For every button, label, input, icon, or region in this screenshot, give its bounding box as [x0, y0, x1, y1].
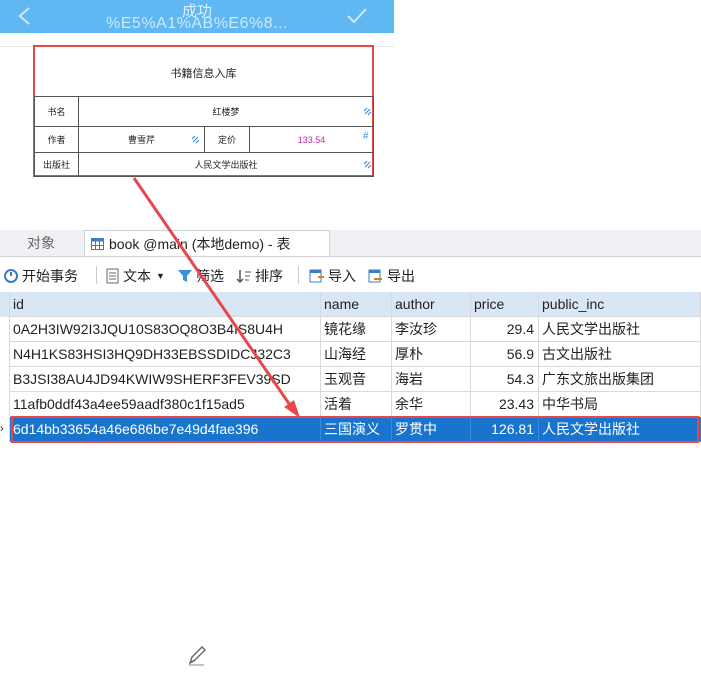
row-gutter — [0, 317, 10, 342]
cell-author[interactable]: 厚朴 — [392, 342, 471, 367]
tab-label: book @main (本地demo) - 表 — [109, 235, 291, 252]
toolbar: 开始事务 文本 ▼ 筛选 排序 导入 导出 — [0, 257, 701, 291]
selected-row-marker: › — [0, 417, 10, 442]
table-row[interactable]: 0A2H3IW92I3JQU10S83OQ8O3B4IS8U4H 镜花缘 李汝珍… — [0, 317, 701, 342]
author-field[interactable]: 曹雪芹 — [78, 126, 205, 153]
cell-public-inc[interactable]: 广东文旅出版集团 — [539, 367, 701, 392]
cell-name[interactable]: 镜花缘 — [321, 317, 392, 342]
cell-name[interactable]: 山海经 — [321, 342, 392, 367]
begin-transaction-label: 开始事务 — [22, 268, 78, 284]
tab-bar: 对象 book @main (本地demo) - 表 — [0, 230, 701, 257]
table-header: id name author price public_inc — [0, 292, 701, 317]
publisher-field[interactable]: 人民文学出版社 — [78, 152, 374, 177]
cell-name[interactable]: 活着 — [321, 392, 392, 417]
cell-name[interactable]: 玉观音 — [321, 367, 392, 392]
row-gutter — [0, 367, 10, 392]
cell-price[interactable]: 56.9 — [471, 342, 539, 367]
price-field[interactable]: 133.54 — [249, 126, 374, 153]
text-view-label: 文本 — [123, 268, 151, 284]
table-icon — [91, 237, 104, 250]
filter-icon — [178, 270, 192, 282]
cell-public-inc[interactable]: 中华书局 — [539, 392, 701, 417]
link-icon[interactable] — [363, 107, 372, 116]
sort-button[interactable]: 排序 — [236, 266, 283, 286]
author-label: 作者 — [34, 126, 79, 153]
table-row[interactable]: N4H1KS83HSI3HQ9DH33EBSSDIDCJ32C3 山海经 厚朴 … — [0, 342, 701, 367]
transaction-icon — [4, 269, 18, 283]
name-label: 书名 — [34, 96, 79, 127]
row-gutter — [0, 292, 10, 317]
cell-public-inc[interactable]: 人民文学出版社 — [539, 317, 701, 342]
export-label: 导出 — [387, 268, 415, 284]
text-view-button[interactable]: 文本 ▼ — [106, 266, 165, 286]
sort-icon — [236, 270, 251, 284]
cell-name[interactable]: 三国演义 — [321, 417, 392, 442]
table-row[interactable]: B3JSI38AU4JD94KWIW9SHERF3FEV39SD 玉观音 海岩 … — [0, 367, 701, 392]
table-row-selected[interactable]: › 6d14bb33654a46e686be7e49d4fae396 三国演义 … — [0, 417, 701, 442]
cell-public-inc[interactable]: 古文出版社 — [539, 342, 701, 367]
column-header-author[interactable]: author — [392, 292, 471, 317]
link-icon[interactable] — [191, 135, 200, 144]
import-icon — [309, 269, 324, 283]
column-header-price[interactable]: price — [471, 292, 539, 317]
tab-book-table[interactable]: book @main (本地demo) - 表 — [84, 230, 330, 256]
toolbar-separator — [298, 266, 299, 284]
book-form: 书籍信息入库 书名 红楼梦 作者 曹雪芹 定价 133.54 # 出版社 人民文… — [33, 45, 374, 177]
publisher-label: 出版社 — [34, 152, 79, 177]
export-icon — [368, 269, 382, 283]
cell-public-inc[interactable]: 人民文学出版社 — [539, 417, 701, 442]
column-header-name[interactable]: name — [321, 292, 392, 317]
filter-button[interactable]: 筛选 — [177, 266, 224, 286]
sort-label: 排序 — [255, 268, 283, 284]
form-title: 书籍信息入库 — [170, 68, 237, 80]
begin-transaction-button[interactable]: 开始事务 — [3, 266, 78, 286]
cell-author[interactable]: 李汝珍 — [392, 317, 471, 342]
cell-id[interactable]: 6d14bb33654a46e686be7e49d4fae396 — [10, 417, 321, 442]
link-icon[interactable] — [363, 160, 372, 169]
dropdown-icon: ▼ — [156, 271, 165, 281]
cell-price[interactable]: 126.81 — [471, 417, 539, 442]
name-field[interactable]: 红楼梦 — [78, 96, 374, 127]
row-gutter — [0, 392, 10, 417]
check-icon[interactable] — [346, 6, 368, 26]
row-gutter — [0, 342, 10, 367]
cell-id[interactable]: B3JSI38AU4JD94KWIW9SHERF3FEV39SD — [10, 367, 321, 392]
cell-id[interactable]: 11afb0ddf43a4ee59aadf380c1f15ad5 — [10, 392, 321, 417]
export-button[interactable]: 导出 — [368, 266, 415, 286]
pencil-icon[interactable] — [187, 645, 207, 667]
table-row[interactable]: 11afb0ddf43a4ee59aadf380c1f15ad5 活着 余华 2… — [0, 392, 701, 417]
price-label: 定价 — [204, 126, 250, 153]
toolbar-separator — [96, 266, 97, 284]
mobile-header: 成功 %E5%A1%AB%E6%8... — [0, 0, 394, 33]
column-header-id[interactable]: id — [10, 292, 321, 317]
tab-objects[interactable]: 对象 — [0, 230, 82, 256]
cell-id[interactable]: 0A2H3IW92I3JQU10S83OQ8O3B4IS8U4H — [10, 317, 321, 342]
cell-id[interactable]: N4H1KS83HSI3HQ9DH33EBSSDIDCJ32C3 — [10, 342, 321, 367]
cell-author[interactable]: 罗贯中 — [392, 417, 471, 442]
document-icon — [106, 268, 119, 284]
cell-author[interactable]: 海岩 — [392, 367, 471, 392]
import-button[interactable]: 导入 — [309, 266, 356, 286]
column-header-public-inc[interactable]: public_inc — [539, 292, 701, 317]
cell-price[interactable]: 54.3 — [471, 367, 539, 392]
filter-label: 筛选 — [196, 268, 224, 284]
cell-price[interactable]: 23.43 — [471, 392, 539, 417]
url-text: %E5%A1%AB%E6%8... — [106, 15, 288, 32]
cell-author[interactable]: 余华 — [392, 392, 471, 417]
cell-price[interactable]: 29.4 — [471, 317, 539, 342]
hash-icon: # — [363, 131, 369, 142]
import-label: 导入 — [328, 268, 356, 284]
